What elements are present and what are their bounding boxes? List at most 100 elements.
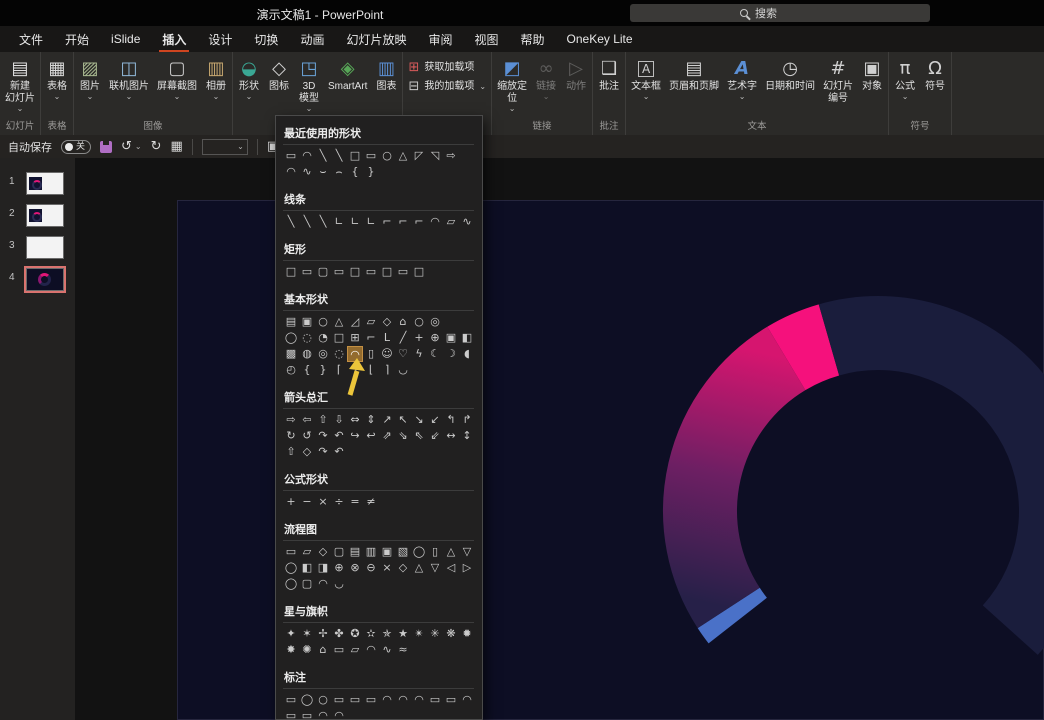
tab-view[interactable]: 视图 <box>463 26 509 52</box>
shape-icon[interactable]: × <box>315 494 331 510</box>
shape-icon[interactable]: ▭ <box>283 692 299 708</box>
shape-icon[interactable]: ◠ <box>331 708 347 720</box>
shape-icon[interactable]: } <box>315 362 331 378</box>
object-button[interactable]: ▣对象 <box>857 54 887 93</box>
shape-icon[interactable]: ▽ <box>427 560 443 576</box>
shape-icon[interactable]: ▭ <box>283 148 299 164</box>
shape-icon[interactable]: ◯ <box>283 330 299 346</box>
shape-icon[interactable]: ⌐ <box>379 214 395 230</box>
comment-button[interactable]: ❑批注 <box>594 54 624 93</box>
shape-icon[interactable]: + <box>411 330 427 346</box>
shape-icon[interactable]: ◯ <box>299 692 315 708</box>
editing-canvas[interactable] <box>75 158 1044 720</box>
shape-icon[interactable]: ▩ <box>283 346 299 362</box>
shape-icon[interactable]: ▤ <box>283 314 299 330</box>
shape-icon[interactable]: □ <box>347 264 363 280</box>
tab-islide[interactable]: iSlide <box>100 26 151 52</box>
tab-review[interactable]: 审阅 <box>417 26 463 52</box>
shape-icon[interactable]: ◸ <box>411 148 427 164</box>
shape-icon[interactable]: ↔ <box>443 428 459 444</box>
shape-icon[interactable]: □ <box>347 148 363 164</box>
shape-icon[interactable]: ▭ <box>331 642 347 658</box>
shape-icon[interactable]: ▣ <box>299 314 315 330</box>
shape-icon[interactable]: ⇖ <box>411 428 427 444</box>
shape-icon[interactable]: ▭ <box>299 708 315 720</box>
shape-icon[interactable]: ◍ <box>299 346 315 362</box>
shape-icon[interactable]: ⌊ <box>363 362 379 378</box>
shape-icon[interactable]: ◠ <box>299 148 315 164</box>
shape-icon[interactable]: ⇦ <box>299 412 315 428</box>
shape-icon[interactable]: ◇ <box>315 544 331 560</box>
shape-icon[interactable]: ▱ <box>299 544 315 560</box>
shape-icon[interactable]: ↷ <box>315 444 331 460</box>
shape-icon[interactable]: ⇔ <box>347 412 363 428</box>
shape-icon[interactable]: ✺ <box>299 642 315 658</box>
shape-icon[interactable]: ◧ <box>299 560 315 576</box>
shape-icon[interactable]: ◧ <box>459 330 475 346</box>
link-button[interactable]: ∞链接⌄ <box>531 54 561 101</box>
shape-icon[interactable]: ∿ <box>299 164 315 180</box>
screenshot-button[interactable]: ▢屏幕截图⌄ <box>153 54 201 101</box>
header-footer-button[interactable]: ▤页眉和页脚 <box>665 54 723 93</box>
shape-icon[interactable]: ▥ <box>363 544 379 560</box>
tab-home[interactable]: 开始 <box>54 26 100 52</box>
shape-icon[interactable]: ○ <box>315 692 331 708</box>
shape-icon[interactable]: ▯ <box>427 544 443 560</box>
shape-icon[interactable]: ○ <box>315 314 331 330</box>
shape-icon[interactable]: ○ <box>411 314 427 330</box>
shape-icon[interactable]: ≈ <box>395 642 411 658</box>
shape-icon[interactable]: ↺ <box>299 428 315 444</box>
shape-icon[interactable]: + <box>283 494 299 510</box>
search-box[interactable]: 搜索 <box>630 4 930 22</box>
shape-icon[interactable]: ◠ <box>363 642 379 658</box>
shape-icon[interactable]: ⌢ <box>331 164 347 180</box>
shape-icon[interactable]: ◹ <box>427 148 443 164</box>
shape-icon[interactable]: ✯ <box>379 626 395 642</box>
shape-icon[interactable]: ╱ <box>395 330 411 346</box>
shape-icon[interactable]: ★ <box>395 626 411 642</box>
tab-onekey[interactable]: OneKey Lite <box>556 26 644 52</box>
text-box-button[interactable]: A文本框⌄ <box>627 54 665 101</box>
shape-icon[interactable]: ⌣ <box>315 164 331 180</box>
shape-icon[interactable]: ▷ <box>459 560 475 576</box>
shape-icon[interactable]: ╲ <box>331 148 347 164</box>
shape-icon[interactable]: ⌂ <box>315 642 331 658</box>
shape-icon[interactable]: ∟ <box>331 214 347 230</box>
3d-models-button[interactable]: ◳3D模型⌄ <box>294 54 324 113</box>
shape-icon[interactable]: ▭ <box>363 264 379 280</box>
equation-button[interactable]: π公式⌄ <box>890 54 920 101</box>
shape-icon[interactable]: ⌐ <box>411 214 427 230</box>
shape-icon[interactable]: ∿ <box>459 214 475 230</box>
my-addins-button[interactable]: ⊟我的加载项⌄ <box>408 79 486 94</box>
shape-icon[interactable]: ↶ <box>331 428 347 444</box>
shape-icon[interactable]: ▭ <box>283 544 299 560</box>
shape-icon[interactable]: ▣ <box>443 330 459 346</box>
shape-icon[interactable]: ✦ <box>283 626 299 642</box>
shape-icon[interactable]: ♡ <box>395 346 411 362</box>
shape-icon[interactable]: ◇ <box>395 560 411 576</box>
undo-caret-icon[interactable]: ⌄ <box>135 142 142 151</box>
grid-view-icon[interactable]: ▦ <box>171 140 183 154</box>
save-icon[interactable] <box>100 141 112 153</box>
shape-icon[interactable]: ⇩ <box>331 412 347 428</box>
shape-icon[interactable]: ⇕ <box>363 412 379 428</box>
shape-icon[interactable]: ✹ <box>459 626 475 642</box>
shape-icon[interactable]: ◠ <box>459 692 475 708</box>
smartart-button[interactable]: ◈SmartArt <box>324 54 371 93</box>
shape-icon[interactable]: ✢ <box>315 626 331 642</box>
shape-icon[interactable]: ▭ <box>347 692 363 708</box>
new-slide-button[interactable]: ▤新建幻灯片⌄ <box>1 54 39 113</box>
shape-icon[interactable]: ▽ <box>459 544 475 560</box>
tab-file[interactable]: 文件 <box>8 26 54 52</box>
shape-icon[interactable]: ∿ <box>379 642 395 658</box>
slide-thumbnail-3[interactable] <box>26 236 64 259</box>
shape-icon[interactable]: ∟ <box>363 214 379 230</box>
shape-icon[interactable]: ▭ <box>443 692 459 708</box>
icons-button[interactable]: ◇图标 <box>264 54 294 93</box>
shape-icon[interactable]: ⌂ <box>395 314 411 330</box>
wordart-button[interactable]: A艺术字⌄ <box>723 54 761 101</box>
shape-icon[interactable]: ↱ <box>459 412 475 428</box>
shape-icon[interactable]: ↩ <box>363 428 379 444</box>
photo-album-button[interactable]: ▥相册⌄ <box>201 54 231 101</box>
zoom-link-button[interactable]: ◩缩放定位⌄ <box>493 54 531 113</box>
